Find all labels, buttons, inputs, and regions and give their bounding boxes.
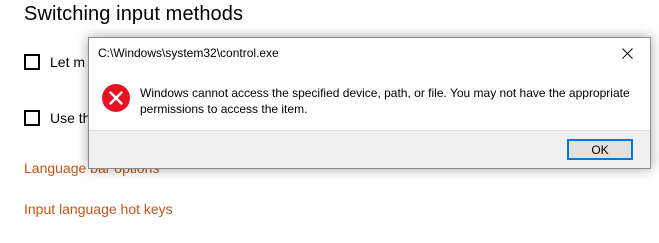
- checkbox-let-me[interactable]: [24, 54, 40, 70]
- error-icon: [102, 84, 130, 112]
- checkbox-use-the[interactable]: [24, 110, 40, 126]
- dialog-message: Windows cannot access the specified devi…: [140, 86, 630, 116]
- ok-button[interactable]: OK: [567, 139, 633, 160]
- checkbox-label-let-me: Let m: [50, 54, 86, 70]
- checkbox-label-use-the: Use th: [50, 110, 91, 126]
- dialog-titlebar[interactable]: C:\Windows\system32\control.exe: [89, 38, 650, 68]
- dialog-body: Windows cannot access the specified devi…: [89, 68, 650, 130]
- error-dialog: C:\Windows\system32\control.exe Windows …: [88, 37, 651, 169]
- close-button[interactable]: [604, 38, 650, 68]
- dialog-title: C:\Windows\system32\control.exe: [98, 46, 279, 60]
- checkbox-row-let-me[interactable]: Let m: [24, 54, 85, 70]
- checkbox-row-use-the[interactable]: Use th: [24, 110, 90, 126]
- input-language-hot-keys-link[interactable]: Input language hot keys: [24, 201, 173, 217]
- dialog-footer: OK: [89, 130, 650, 168]
- close-icon: [621, 47, 633, 59]
- section-title: Switching input methods: [24, 3, 244, 25]
